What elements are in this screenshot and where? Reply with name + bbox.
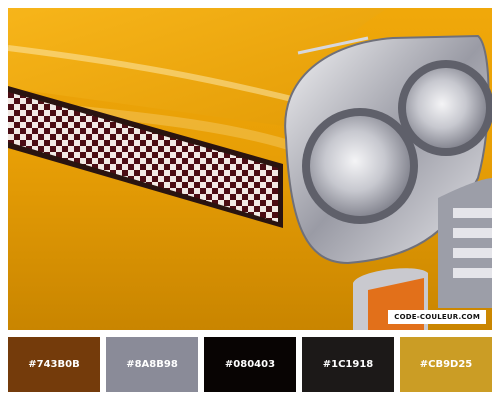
taxi-illustration <box>8 8 492 330</box>
swatch-2: #8A8B98 <box>106 337 198 392</box>
watermark: CODE-COULEUR.COM <box>388 310 486 324</box>
swatch-4: #1C1918 <box>302 337 394 392</box>
swatch-1: #743B0B <box>8 337 100 392</box>
grille <box>438 178 492 308</box>
swatch-label: #8A8B98 <box>126 359 178 370</box>
headlight-left-lens <box>310 116 410 216</box>
swatch-label: #080403 <box>224 359 276 370</box>
headlight-right-lens <box>406 68 486 148</box>
swatch-label: #CB9D25 <box>419 359 473 370</box>
swatch-3: #080403 <box>204 337 296 392</box>
color-palette: #743B0B #8A8B98 #080403 #1C1918 #CB9D25 <box>8 337 492 392</box>
taxi-photo: CODE-COULEUR.COM <box>8 8 492 330</box>
swatch-label: #743B0B <box>28 359 80 370</box>
swatch-5: #CB9D25 <box>400 337 492 392</box>
swatch-label: #1C1918 <box>322 359 374 370</box>
